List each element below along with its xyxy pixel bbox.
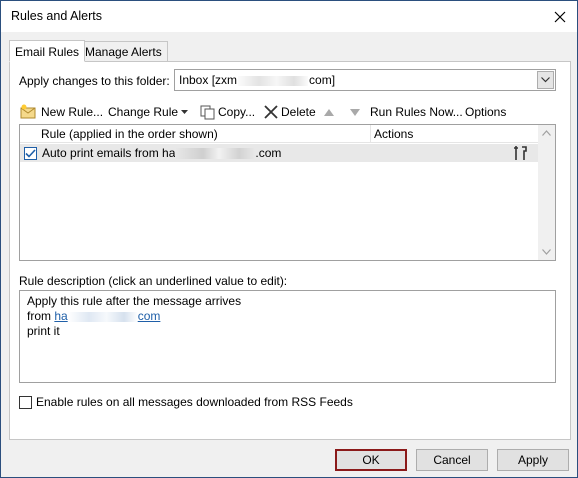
column-header-actions[interactable]: Actions	[371, 125, 538, 143]
options-label: Options	[465, 105, 507, 119]
folder-label: Apply changes to this folder:	[19, 74, 170, 88]
print-action-icon	[513, 145, 529, 164]
description-line-1: Apply this rule after the message arrive…	[27, 294, 242, 308]
rules-and-alerts-dialog: Rules and Alerts Email Rules Manage Aler…	[0, 0, 578, 478]
rss-rules-checkbox[interactable]	[19, 395, 32, 409]
title-bar: Rules and Alerts	[1, 1, 577, 32]
rule-description-label: Rule description (click an underlined va…	[19, 274, 288, 288]
ok-button[interactable]: OK	[335, 449, 407, 471]
rule-enabled-checkbox[interactable]	[24, 147, 37, 160]
description-line-2: from ha com	[27, 309, 160, 323]
tab-email-rules[interactable]: Email Rules	[9, 40, 86, 62]
move-up-button[interactable]	[324, 102, 334, 122]
copy-label: Copy...	[218, 105, 256, 119]
delete-icon	[264, 105, 278, 119]
cancel-button[interactable]: Cancel	[416, 449, 488, 471]
apply-button-label: Apply	[517, 453, 549, 467]
tab-email-rules-label: Email Rules	[15, 45, 80, 59]
scroll-up-icon[interactable]	[542, 130, 551, 136]
rss-rules-label: Enable rules on all messages downloaded …	[36, 395, 353, 409]
description-from-text: from	[27, 309, 51, 323]
delete-label: Delete	[281, 105, 316, 119]
rules-toolbar: New Rule... Change Rule Copy... Delete R…	[20, 102, 565, 122]
rule-description-box: Apply this rule after the message arrive…	[19, 290, 556, 383]
rules-list[interactable]: Rule (applied in the order shown) Action…	[19, 124, 556, 261]
folder-select[interactable]: Inbox [zxm com]	[174, 69, 556, 91]
rule-name: Auto print emails from ha .com	[42, 146, 282, 160]
arrow-down-icon	[350, 105, 360, 119]
window-title: Rules and Alerts	[11, 9, 103, 23]
folder-select-value: Inbox [zxm com]	[179, 73, 336, 87]
change-rule-label: Change Rule	[108, 105, 179, 119]
rules-list-scrollbar[interactable]	[538, 125, 555, 260]
rss-rules-option[interactable]: Enable rules on all messages downloaded …	[19, 395, 353, 409]
rule-row[interactable]: Auto print emails from ha .com	[20, 144, 538, 162]
close-icon[interactable]	[549, 6, 571, 28]
change-rule-button[interactable]: Change Rule	[108, 102, 191, 122]
ok-button-label: OK	[362, 453, 380, 467]
cancel-button-label: Cancel	[433, 453, 471, 467]
column-header-rule[interactable]: Rule (applied in the order shown)	[38, 125, 371, 143]
new-rule-button[interactable]: New Rule...	[20, 102, 103, 122]
sender-address-link[interactable]: ha com	[54, 309, 160, 323]
tab-manage-alerts[interactable]: Manage Alerts	[79, 41, 168, 62]
redacted-text	[67, 311, 138, 322]
copy-icon	[200, 105, 215, 120]
chevron-down-icon[interactable]	[537, 71, 554, 89]
run-rules-now-button[interactable]: Run Rules Now...	[370, 102, 463, 122]
chevron-down-icon	[181, 110, 189, 114]
run-rules-now-label: Run Rules Now...	[370, 105, 463, 119]
description-line-3: print it	[27, 324, 60, 338]
redacted-text	[175, 148, 256, 160]
move-down-button[interactable]	[350, 102, 360, 122]
new-rule-icon	[20, 104, 38, 120]
copy-button[interactable]: Copy...	[200, 102, 255, 122]
new-rule-label: New Rule...	[41, 105, 104, 119]
email-rules-panel: Apply changes to this folder: Inbox [zxm…	[9, 61, 571, 440]
arrow-up-icon	[324, 105, 334, 119]
rules-list-header: Rule (applied in the order shown) Action…	[20, 125, 538, 143]
apply-button[interactable]: Apply	[497, 449, 569, 471]
delete-button[interactable]: Delete	[264, 102, 316, 122]
tab-manage-alerts-label: Manage Alerts	[85, 45, 162, 59]
options-button[interactable]: Options	[465, 102, 506, 122]
scroll-down-icon[interactable]	[542, 249, 551, 255]
redacted-text	[238, 75, 309, 86]
